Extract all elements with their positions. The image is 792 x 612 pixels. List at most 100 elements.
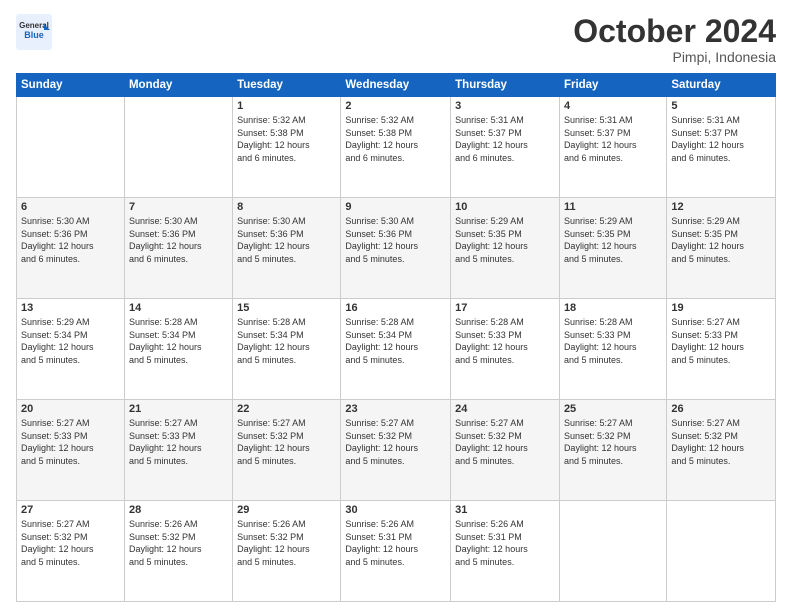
cell-info: Sunrise: 5:26 AM Sunset: 5:31 PM Dayligh… xyxy=(455,518,555,568)
cell-info: Sunrise: 5:29 AM Sunset: 5:35 PM Dayligh… xyxy=(455,215,555,265)
cell-info: Sunrise: 5:29 AM Sunset: 5:35 PM Dayligh… xyxy=(671,215,771,265)
day-number: 20 xyxy=(21,403,120,415)
day-number: 11 xyxy=(564,201,662,213)
location-subtitle: Pimpi, Indonesia xyxy=(573,49,776,65)
calendar-cell: 30 Sunrise: 5:26 AM Sunset: 5:31 PM Dayli… xyxy=(341,501,451,602)
day-number: 22 xyxy=(237,403,336,415)
month-year-title: October 2024 xyxy=(573,14,776,49)
cell-info: Sunrise: 5:28 AM Sunset: 5:34 PM Dayligh… xyxy=(345,316,446,366)
cell-info: Sunrise: 5:30 AM Sunset: 5:36 PM Dayligh… xyxy=(21,215,120,265)
calendar-cell: 11 Sunrise: 5:29 AM Sunset: 5:35 PM Dayli… xyxy=(559,198,666,299)
header-monday: Monday xyxy=(124,74,232,97)
weekday-header-row: Sunday Monday Tuesday Wednesday Thursday… xyxy=(17,74,776,97)
cell-info: Sunrise: 5:27 AM Sunset: 5:32 PM Dayligh… xyxy=(21,518,120,568)
day-number: 14 xyxy=(129,302,228,314)
day-number: 4 xyxy=(564,100,662,112)
logo-icon: General Blue xyxy=(16,14,52,50)
calendar-cell xyxy=(667,501,776,602)
header: General Blue October 2024 Pimpi, Indones… xyxy=(16,14,776,65)
day-number: 8 xyxy=(237,201,336,213)
day-number: 5 xyxy=(671,100,771,112)
calendar-cell: 27 Sunrise: 5:27 AM Sunset: 5:32 PM Dayli… xyxy=(17,501,125,602)
cell-info: Sunrise: 5:27 AM Sunset: 5:32 PM Dayligh… xyxy=(564,417,662,467)
header-friday: Friday xyxy=(559,74,666,97)
cell-info: Sunrise: 5:30 AM Sunset: 5:36 PM Dayligh… xyxy=(129,215,228,265)
calendar-cell: 18Sunrise: 5:28 AM Sunset: 5:33 PM Dayli… xyxy=(559,299,666,400)
week-row-3: 20 Sunrise: 5:27 AM Sunset: 5:33 PM Dayli… xyxy=(17,400,776,501)
cell-info: Sunrise: 5:26 AM Sunset: 5:32 PM Dayligh… xyxy=(129,518,228,568)
cell-info: Sunrise: 5:32 AM Sunset: 5:38 PM Dayligh… xyxy=(237,114,336,164)
day-number: 6 xyxy=(21,201,120,213)
calendar-cell xyxy=(17,97,125,198)
cell-info: Sunrise: 5:31 AM Sunset: 5:37 PM Dayligh… xyxy=(455,114,555,164)
header-tuesday: Tuesday xyxy=(233,74,341,97)
cell-info: Sunrise: 5:30 AM Sunset: 5:36 PM Dayligh… xyxy=(237,215,336,265)
day-number: 2 xyxy=(345,100,446,112)
day-number: 15 xyxy=(237,302,336,314)
title-section: October 2024 Pimpi, Indonesia xyxy=(573,14,776,65)
cell-info: Sunrise: 5:27 AM Sunset: 5:32 PM Dayligh… xyxy=(671,417,771,467)
day-number: 10 xyxy=(455,201,555,213)
day-number: 13 xyxy=(21,302,120,314)
calendar-cell: 22Sunrise: 5:27 AM Sunset: 5:32 PM Dayli… xyxy=(233,400,341,501)
week-row-0: 1Sunrise: 5:32 AM Sunset: 5:38 PM Daylig… xyxy=(17,97,776,198)
calendar-cell: 7Sunrise: 5:30 AM Sunset: 5:36 PM Daylig… xyxy=(124,198,232,299)
calendar-cell: 6 Sunrise: 5:30 AM Sunset: 5:36 PM Daylig… xyxy=(17,198,125,299)
day-number: 27 xyxy=(21,504,120,516)
svg-text:Blue: Blue xyxy=(24,30,44,40)
cell-info: Sunrise: 5:32 AM Sunset: 5:38 PM Dayligh… xyxy=(345,114,446,164)
header-sunday: Sunday xyxy=(17,74,125,97)
day-number: 16 xyxy=(345,302,446,314)
calendar-cell: 31 Sunrise: 5:26 AM Sunset: 5:31 PM Dayli… xyxy=(451,501,560,602)
cell-info: Sunrise: 5:29 AM Sunset: 5:34 PM Dayligh… xyxy=(21,316,120,366)
cell-info: Sunrise: 5:28 AM Sunset: 5:33 PM Dayligh… xyxy=(455,316,555,366)
day-number: 18 xyxy=(564,302,662,314)
calendar-cell: 12 Sunrise: 5:29 AM Sunset: 5:35 PM Dayli… xyxy=(667,198,776,299)
calendar-table: Sunday Monday Tuesday Wednesday Thursday… xyxy=(16,73,776,602)
day-number: 23 xyxy=(345,403,446,415)
calendar-cell xyxy=(124,97,232,198)
cell-info: Sunrise: 5:30 AM Sunset: 5:36 PM Dayligh… xyxy=(345,215,446,265)
header-wednesday: Wednesday xyxy=(341,74,451,97)
calendar-cell: 1Sunrise: 5:32 AM Sunset: 5:38 PM Daylig… xyxy=(233,97,341,198)
calendar-cell: 17 Sunrise: 5:28 AM Sunset: 5:33 PM Dayli… xyxy=(451,299,560,400)
calendar-cell: 3 Sunrise: 5:31 AM Sunset: 5:37 PM Daylig… xyxy=(451,97,560,198)
cell-info: Sunrise: 5:31 AM Sunset: 5:37 PM Dayligh… xyxy=(671,114,771,164)
day-number: 19 xyxy=(671,302,771,314)
cell-info: Sunrise: 5:29 AM Sunset: 5:35 PM Dayligh… xyxy=(564,215,662,265)
calendar-cell: 20 Sunrise: 5:27 AM Sunset: 5:33 PM Dayli… xyxy=(17,400,125,501)
calendar-cell: 16 Sunrise: 5:28 AM Sunset: 5:34 PM Dayli… xyxy=(341,299,451,400)
calendar-cell: 8 Sunrise: 5:30 AM Sunset: 5:36 PM Daylig… xyxy=(233,198,341,299)
cell-info: Sunrise: 5:27 AM Sunset: 5:33 PM Dayligh… xyxy=(21,417,120,467)
day-number: 29 xyxy=(237,504,336,516)
calendar-cell: 13 Sunrise: 5:29 AM Sunset: 5:34 PM Dayli… xyxy=(17,299,125,400)
calendar-cell: 23Sunrise: 5:27 AM Sunset: 5:32 PM Dayli… xyxy=(341,400,451,501)
day-number: 30 xyxy=(345,504,446,516)
day-number: 9 xyxy=(345,201,446,213)
cell-info: Sunrise: 5:27 AM Sunset: 5:33 PM Dayligh… xyxy=(671,316,771,366)
calendar-cell: 21Sunrise: 5:27 AM Sunset: 5:33 PM Dayli… xyxy=(124,400,232,501)
cell-info: Sunrise: 5:31 AM Sunset: 5:37 PM Dayligh… xyxy=(564,114,662,164)
calendar-cell: 19 Sunrise: 5:27 AM Sunset: 5:33 PM Dayli… xyxy=(667,299,776,400)
calendar-cell: 25Sunrise: 5:27 AM Sunset: 5:32 PM Dayli… xyxy=(559,400,666,501)
day-number: 28 xyxy=(129,504,228,516)
day-number: 21 xyxy=(129,403,228,415)
day-number: 3 xyxy=(455,100,555,112)
cell-info: Sunrise: 5:27 AM Sunset: 5:32 PM Dayligh… xyxy=(455,417,555,467)
calendar-cell: 24Sunrise: 5:27 AM Sunset: 5:32 PM Dayli… xyxy=(451,400,560,501)
day-number: 17 xyxy=(455,302,555,314)
calendar-cell: 29Sunrise: 5:26 AM Sunset: 5:32 PM Dayli… xyxy=(233,501,341,602)
cell-info: Sunrise: 5:26 AM Sunset: 5:31 PM Dayligh… xyxy=(345,518,446,568)
cell-info: Sunrise: 5:28 AM Sunset: 5:34 PM Dayligh… xyxy=(237,316,336,366)
calendar-cell xyxy=(559,501,666,602)
calendar-cell: 15 Sunrise: 5:28 AM Sunset: 5:34 PM Dayli… xyxy=(233,299,341,400)
header-thursday: Thursday xyxy=(451,74,560,97)
calendar-cell: 5 Sunrise: 5:31 AM Sunset: 5:37 PM Daylig… xyxy=(667,97,776,198)
calendar-cell: 26Sunrise: 5:27 AM Sunset: 5:32 PM Dayli… xyxy=(667,400,776,501)
calendar-cell: 10 Sunrise: 5:29 AM Sunset: 5:35 PM Dayli… xyxy=(451,198,560,299)
day-number: 12 xyxy=(671,201,771,213)
week-row-4: 27 Sunrise: 5:27 AM Sunset: 5:32 PM Dayli… xyxy=(17,501,776,602)
week-row-2: 13 Sunrise: 5:29 AM Sunset: 5:34 PM Dayli… xyxy=(17,299,776,400)
day-number: 31 xyxy=(455,504,555,516)
logo: General Blue xyxy=(16,14,56,55)
